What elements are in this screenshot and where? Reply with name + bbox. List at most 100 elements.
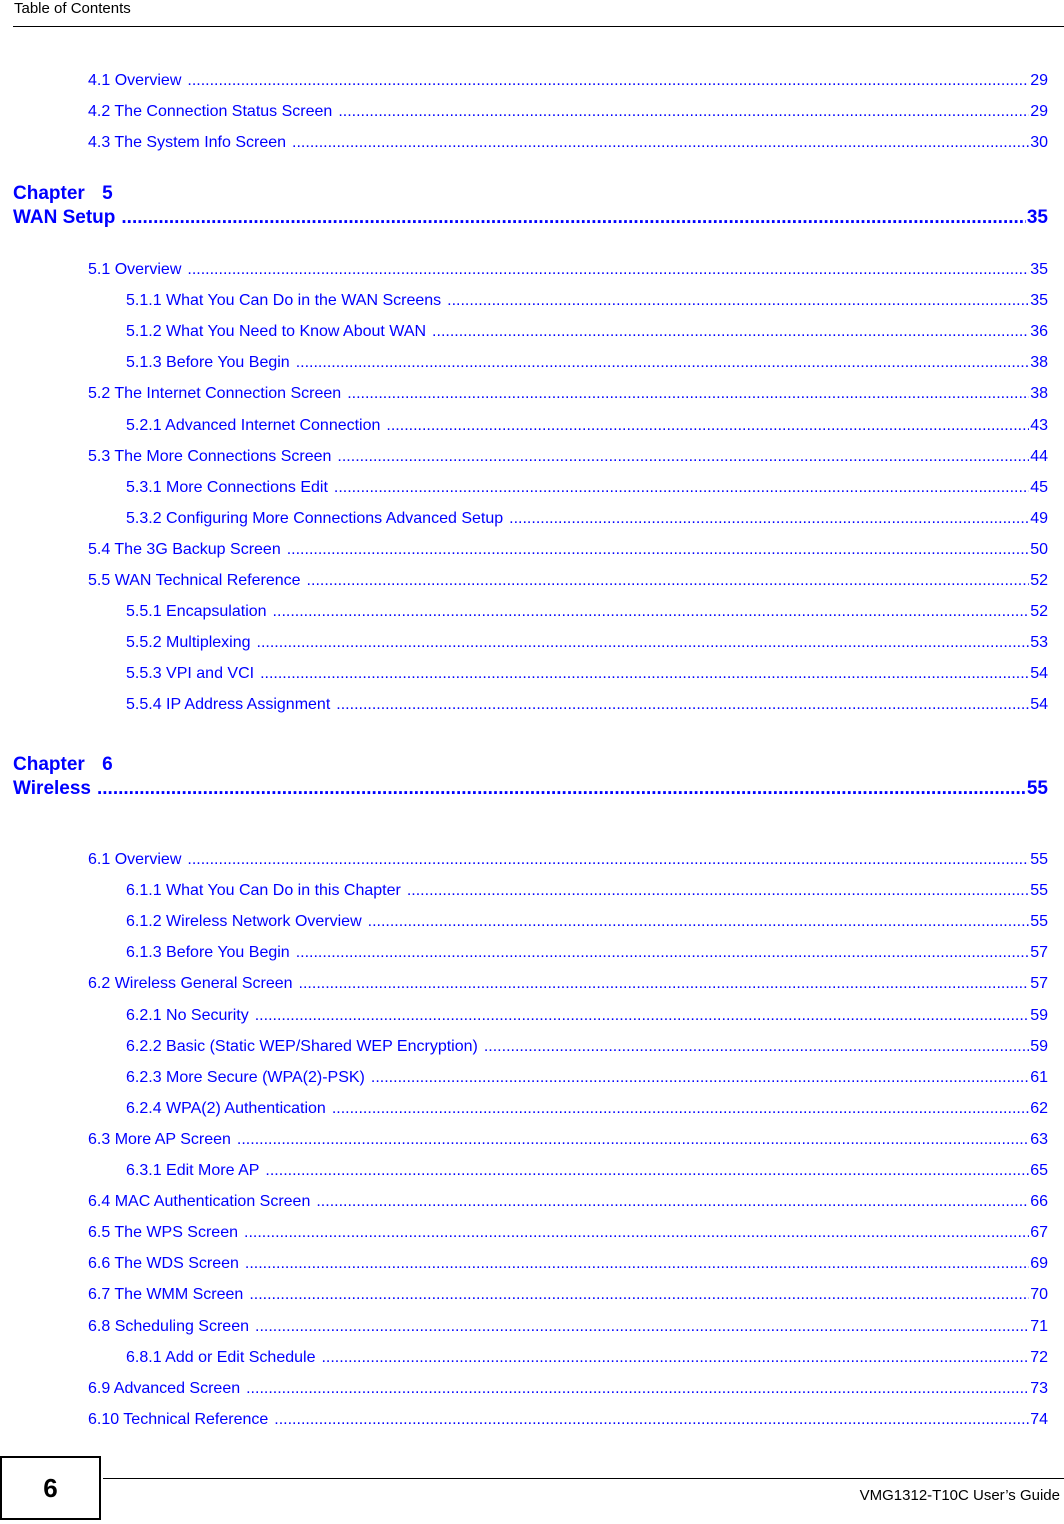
dot-leader: [368, 913, 1030, 931]
toc-entry[interactable]: 5.5.3 VPI and VCI 54: [126, 665, 1048, 683]
toc-entry-page: 62: [1030, 1099, 1048, 1117]
toc-entry-page: 49: [1030, 509, 1048, 527]
dot-leader: [337, 448, 1029, 466]
toc-entry-label: 5.5.4 IP Address Assignment: [126, 696, 331, 714]
dot-leader: [121, 207, 1025, 229]
toc-entry-label: 6.8 Scheduling Screen: [88, 1317, 249, 1335]
dot-leader: [265, 1162, 1029, 1180]
toc-entry-page: 36: [1030, 323, 1048, 341]
toc-entry[interactable]: 5.1.3 Before You Begin 38: [126, 354, 1048, 372]
toc-entry-page: 44: [1030, 447, 1048, 465]
toc-entry[interactable]: 6.2.2 Basic (Static WEP/Shared WEP Encry…: [126, 1038, 1048, 1056]
toc-entry[interactable]: 5.5 WAN Technical Reference 52: [88, 572, 1048, 590]
toc-entry-label: 6.1.2 Wireless Network Overview: [126, 913, 362, 931]
toc-entry-page: 53: [1030, 634, 1048, 652]
dot-leader: [321, 1349, 1029, 1367]
toc-entry-label: 6.10 Technical Reference: [88, 1410, 269, 1428]
toc-entry-label: 4.2 The Connection Status Screen: [88, 103, 333, 120]
dot-leader: [296, 944, 1030, 962]
dot-leader: [273, 603, 1030, 621]
toc-entry[interactable]: 6.2.3 More Secure (WPA(2)-PSK) 61: [126, 1069, 1048, 1087]
toc-entry-label: 6.2.3 More Secure (WPA(2)-PSK): [126, 1068, 365, 1086]
toc-entry-page: 55: [1030, 882, 1048, 900]
toc-entry[interactable]: 6.2 Wireless General Screen 57: [88, 975, 1048, 993]
toc-entry[interactable]: 5.3.1 More Connections Edit 45: [126, 479, 1048, 497]
toc-entry[interactable]: 6.9 Advanced Screen 73: [88, 1380, 1048, 1398]
dot-leader: [187, 851, 1029, 869]
toc-entry[interactable]: 4.3 The System Info Screen 30: [88, 134, 1048, 152]
toc-entry-page: 38: [1030, 385, 1048, 403]
toc-entry-page: 54: [1030, 665, 1048, 683]
toc-entry-label: 6.6 The WDS Screen: [88, 1255, 239, 1273]
toc-entry[interactable]: 6.6 The WDS Screen 69: [88, 1255, 1048, 1273]
toc-entry[interactable]: 6.1.3 Before You Begin 57: [126, 944, 1048, 962]
toc-entry[interactable]: 5.1.2 What You Need to Know About WAN 36: [126, 323, 1048, 341]
toc-entry[interactable]: 6.2.4 WPA(2) Authentication 62: [126, 1100, 1048, 1118]
dot-leader: [249, 1286, 1029, 1304]
toc-entry[interactable]: 4.2 The Connection Status Screen 29: [88, 103, 1048, 121]
toc-entry[interactable]: 4.1 Overview 29: [88, 72, 1048, 90]
dot-leader: [307, 572, 1030, 590]
toc-entry[interactable]: 5.5.4 IP Address Assignment 54: [126, 696, 1048, 714]
toc-entry[interactable]: 6.8 Scheduling Screen 71: [88, 1318, 1048, 1336]
toc-entry[interactable]: 6.1.1 What You Can Do in this Chapter 55: [126, 882, 1048, 900]
toc-entry-page: 59: [1030, 1037, 1048, 1055]
dot-leader: [338, 103, 1029, 121]
toc-entry-label: 6.1.1 What You Can Do in this Chapter: [126, 882, 401, 900]
chapter-5-label: Chapter 5: [13, 183, 113, 204]
toc-entry[interactable]: 5.1.1 What You Can Do in the WAN Screens…: [126, 292, 1048, 310]
toc-entry-page: 70: [1030, 1286, 1048, 1304]
chapter-5-title-entry[interactable]: WAN Setup 35: [13, 207, 1048, 229]
toc-entry[interactable]: 5.2.1 Advanced Internet Connection 43: [126, 417, 1048, 435]
chapter-6-title-entry[interactable]: Wireless 55: [13, 778, 1048, 800]
dot-leader: [299, 975, 1030, 993]
toc-entry[interactable]: 6.3.1 Edit More AP 65: [126, 1162, 1048, 1180]
dot-leader: [187, 261, 1029, 279]
toc-entry-label: 6.2.1 No Security: [126, 1006, 249, 1024]
chapter-title: WAN Setup: [13, 207, 116, 228]
dot-leader: [246, 1380, 1029, 1398]
toc-entry-label: 4.3 The System Info Screen: [88, 134, 287, 151]
dot-leader: [287, 541, 1029, 559]
dot-leader: [274, 1411, 1029, 1429]
guide-title: VMG1312-T10C User’s Guide: [859, 1487, 1060, 1504]
toc-entry[interactable]: 5.1 Overview 35: [88, 261, 1048, 279]
toc-entry[interactable]: 6.8.1 Add or Edit Schedule 72: [126, 1349, 1048, 1367]
toc-entry[interactable]: 5.4 The 3G Backup Screen 50: [88, 541, 1048, 559]
dot-leader: [509, 510, 1029, 528]
toc-entry-label: 6.1 Overview: [88, 851, 182, 868]
toc-entry-page: 59: [1030, 1006, 1048, 1024]
toc-entry-label: 6.7 The WMM Screen: [88, 1286, 244, 1304]
dot-leader: [237, 1131, 1029, 1149]
toc-entry-page: 29: [1030, 72, 1048, 89]
toc-entry-page: 57: [1030, 944, 1048, 962]
toc-entry[interactable]: 5.3 The More Connections Screen 44: [88, 448, 1048, 466]
toc-entry[interactable]: 5.3.2 Configuring More Connections Advan…: [126, 510, 1048, 528]
dot-leader: [447, 292, 1029, 310]
toc-entry[interactable]: 6.1.2 Wireless Network Overview 55: [126, 913, 1048, 931]
page-number-box: 6: [0, 1456, 101, 1520]
toc-entry-page: 61: [1030, 1068, 1048, 1086]
toc-entry-page: 35: [1030, 292, 1048, 310]
toc-entry-page: 38: [1030, 354, 1048, 372]
toc-entry[interactable]: 5.2 The Internet Connection Screen 38: [88, 385, 1048, 403]
toc-entry-page: 74: [1030, 1410, 1048, 1428]
toc-entry-page: 52: [1030, 603, 1048, 621]
toc-entry[interactable]: 6.1 Overview 55: [88, 851, 1048, 869]
toc-entry[interactable]: 6.2.1 No Security 59: [126, 1007, 1048, 1025]
toc-entry-page: 63: [1030, 1130, 1048, 1148]
dot-leader: [260, 665, 1029, 683]
toc-entry-page: 69: [1030, 1255, 1048, 1273]
toc-entry-label: 6.2 Wireless General Screen: [88, 975, 293, 993]
dot-leader: [257, 634, 1030, 652]
running-header-title: Table of Contents: [14, 0, 131, 17]
toc-entry[interactable]: 6.4 MAC Authentication Screen 66: [88, 1193, 1048, 1211]
toc-entry[interactable]: 6.3 More AP Screen 63: [88, 1131, 1048, 1149]
toc-entry-page: 66: [1030, 1193, 1048, 1211]
toc-entry[interactable]: 5.5.2 Multiplexing 53: [126, 634, 1048, 652]
toc-entry[interactable]: 6.7 The WMM Screen 70: [88, 1286, 1048, 1304]
toc-entry-page: 35: [1030, 261, 1048, 278]
toc-entry[interactable]: 5.5.1 Encapsulation 52: [126, 603, 1048, 621]
toc-entry[interactable]: 6.5 The WPS Screen 67: [88, 1224, 1048, 1242]
toc-entry[interactable]: 6.10 Technical Reference 74: [88, 1411, 1048, 1429]
